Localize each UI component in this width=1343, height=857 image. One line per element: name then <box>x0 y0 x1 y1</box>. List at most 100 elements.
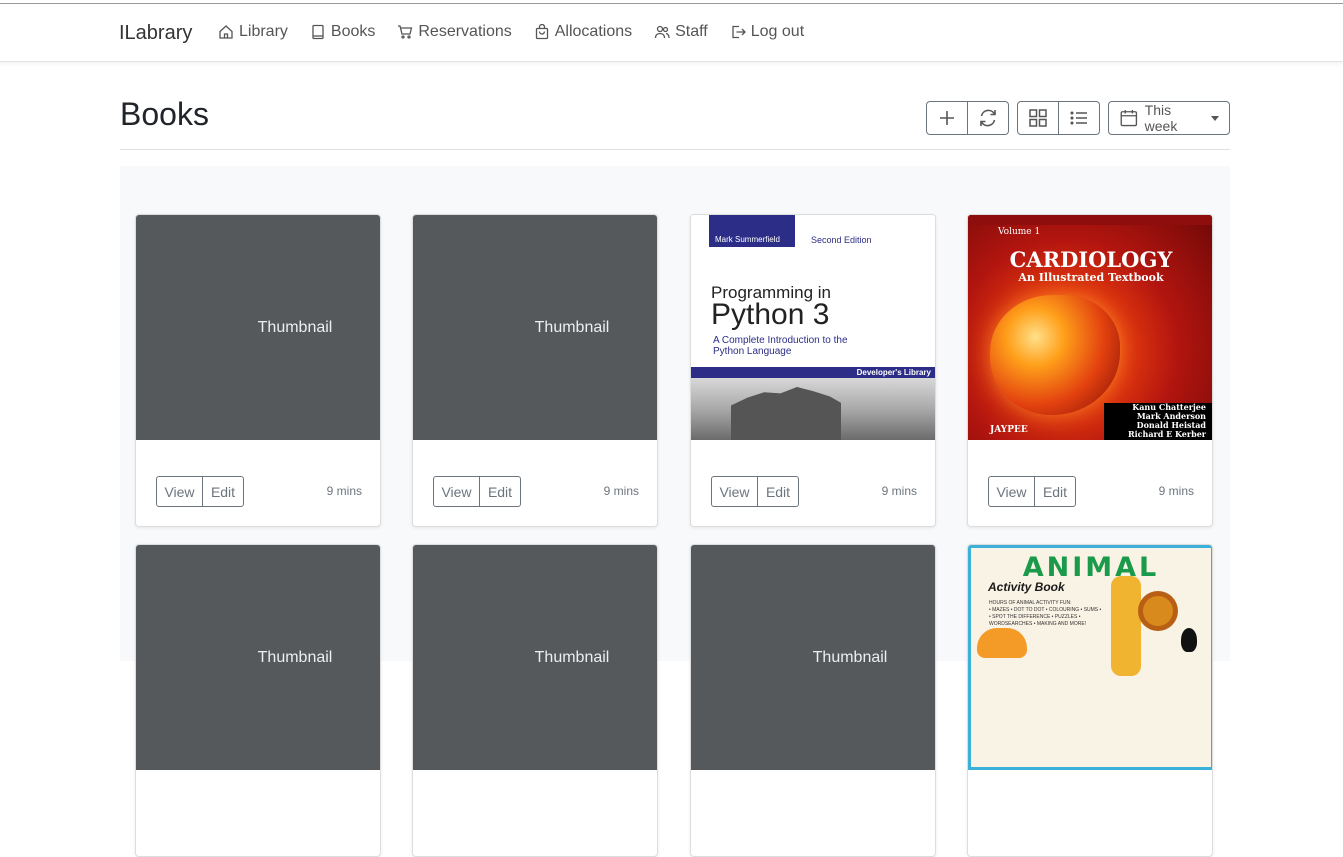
cover-image: ANIMAL Activity Book HOURS OF ANIMAL ACT… <box>968 545 1212 770</box>
cover-publisher: JAYPEE <box>990 425 1028 435</box>
book-card: Thumbnail <box>690 544 936 857</box>
nav-item-staff[interactable]: Staff <box>654 23 708 41</box>
cover-subtitle: Activity Book <box>988 580 1065 594</box>
book-cover-animal: ANIMAL Activity Book HOURS OF ANIMAL ACT… <box>968 545 1212 770</box>
grid-view-button[interactable] <box>1017 101 1059 135</box>
book-icon <box>312 24 324 40</box>
book-card: Thumbnail View Edit 9 mins <box>135 214 381 527</box>
card-footer: View Edit 9 mins <box>156 476 362 507</box>
thumbnail-label: Thumbnail <box>534 648 610 666</box>
book-cover-python: Mark Summerfield Second Edition Programm… <box>691 215 935 440</box>
thumbnail-placeholder: Thumbnail <box>136 215 380 440</box>
nav-item-label: Allocations <box>554 23 633 40</box>
nav-item-label: Log out <box>750 23 805 40</box>
updated-time: 9 mins <box>881 484 917 498</box>
view-button[interactable]: View <box>156 476 203 507</box>
date-range-dropdown[interactable]: This week <box>1108 101 1230 135</box>
date-range-group: This week <box>1108 101 1230 135</box>
cover-series: Developer's Library <box>691 367 935 378</box>
nav-item-label: Library <box>239 23 288 40</box>
book-cover-cardiology: Volume 1 CARDIOLOGY An Illustrated Textb… <box>968 215 1212 440</box>
book-card: Volume 1 CARDIOLOGY An Illustrated Textb… <box>967 214 1213 527</box>
book-card: Thumbnail View Edit 9 mins <box>412 214 658 527</box>
nav-menu: Library Books Reservations Allocations S… <box>218 23 804 41</box>
nav-item-library[interactable]: Library <box>218 23 288 41</box>
thumbnail-label: Thumbnail <box>257 648 333 666</box>
cover-subtitle-line1: A Complete Introduction to the <box>713 335 848 346</box>
nav-item-label: Reservations <box>418 23 512 40</box>
nav-item-allocations[interactable]: Allocations <box>534 23 632 41</box>
edit-button[interactable]: Edit <box>202 476 244 507</box>
nav-item-label: Staff <box>675 23 708 40</box>
house-icon <box>219 25 233 39</box>
cover-title: CARDIOLOGY <box>1009 247 1173 272</box>
refresh-button[interactable] <box>968 101 1009 135</box>
view-button[interactable]: View <box>711 476 758 507</box>
card-footer: View Edit 9 mins <box>711 476 917 507</box>
cover-image: Volume 1 CARDIOLOGY An Illustrated Textb… <box>968 215 1212 440</box>
thumbnail-placeholder: Thumbnail <box>413 215 657 440</box>
thumbnail-placeholder: Thumbnail <box>136 545 380 770</box>
chevron-down-icon <box>1211 115 1219 121</box>
navbar: ILabrary Library Books Reservations Allo… <box>0 4 1343 62</box>
updated-time: 9 mins <box>326 484 362 498</box>
penguin-illustration <box>1181 628 1197 652</box>
book-card: Thumbnail <box>135 544 381 857</box>
edit-button[interactable]: Edit <box>757 476 799 507</box>
nav-item-books[interactable]: Books <box>310 23 375 41</box>
edit-button[interactable]: Edit <box>1034 476 1076 507</box>
list-icon <box>1070 111 1087 125</box>
book-card: Mark Summerfield Second Edition Programm… <box>690 214 936 527</box>
cover-blurb: HOURS OF ANIMAL ACTIVITY FUN: • MAZES • … <box>989 600 1101 628</box>
cover-author: Richard E Kerber <box>1127 429 1206 439</box>
thumbnail-placeholder: Thumbnail <box>413 545 657 770</box>
logout-icon <box>732 25 746 39</box>
cover-image: Mark Summerfield Second Edition Programm… <box>691 215 935 440</box>
thumbnail-label: Thumbnail <box>534 318 610 336</box>
date-range-label: This week <box>1144 102 1178 134</box>
cover-title-line2: Python 3 <box>711 298 830 331</box>
bag-icon <box>535 24 548 40</box>
calendar-icon <box>1120 109 1138 127</box>
list-view-button[interactable] <box>1059 101 1100 135</box>
cover-subtitle-line2: Python Language <box>713 346 792 357</box>
nav-item-logout[interactable]: Log out <box>730 23 804 41</box>
header-divider <box>120 149 1230 150</box>
cart-icon <box>398 25 413 39</box>
cover-subtitle: An Illustrated Textbook <box>1018 271 1164 284</box>
nav-item-label: Books <box>330 23 376 40</box>
cover-blurb-line: • MAZES • DOT TO DOT • COLOURING • SUMS … <box>989 607 1102 613</box>
giraffe-illustration <box>1111 576 1141 676</box>
card-footer: View Edit 9 mins <box>988 476 1194 507</box>
action-button-group <box>926 101 1009 135</box>
thumbnail-label: Thumbnail <box>257 318 333 336</box>
page-title: Books <box>120 96 209 132</box>
tiger-illustration <box>977 628 1027 658</box>
add-button[interactable] <box>926 101 968 135</box>
nav-item-reservations[interactable]: Reservations <box>397 23 512 41</box>
edit-button[interactable]: Edit <box>479 476 521 507</box>
book-card: Thumbnail <box>412 544 658 857</box>
cover-blurb-line: HOURS OF ANIMAL ACTIVITY FUN: <box>989 600 1072 606</box>
book-card: ANIMAL Activity Book HOURS OF ANIMAL ACT… <box>967 544 1213 857</box>
heart-illustration <box>990 295 1120 415</box>
cover-top-strip <box>968 215 1212 225</box>
view-toggle-group <box>1017 101 1100 135</box>
lion-illustration <box>1143 596 1173 626</box>
cover-subtitle: A Complete Introduction to the Python La… <box>713 335 848 357</box>
brand[interactable]: ILabrary <box>119 22 192 45</box>
view-button[interactable]: View <box>988 476 1035 507</box>
people-icon <box>654 25 670 39</box>
cover-authors: Kanu Chatterjee Mark Anderson Donald Hei… <box>1128 403 1206 439</box>
thumbnail-label: Thumbnail <box>812 648 888 666</box>
cover-author: Mark Summerfield <box>709 215 795 247</box>
plus-icon <box>940 111 954 125</box>
view-button[interactable]: View <box>433 476 480 507</box>
refresh-icon <box>980 109 996 127</box>
cover-volume: Volume 1 <box>998 227 1041 237</box>
card-footer: View Edit 9 mins <box>433 476 639 507</box>
updated-time: 9 mins <box>1158 484 1194 498</box>
thumbnail-placeholder: Thumbnail <box>691 545 935 770</box>
cover-blurb-line: WORDSEARCHES • MAKING AND MORE! <box>989 621 1087 627</box>
grid-icon <box>1029 109 1047 127</box>
